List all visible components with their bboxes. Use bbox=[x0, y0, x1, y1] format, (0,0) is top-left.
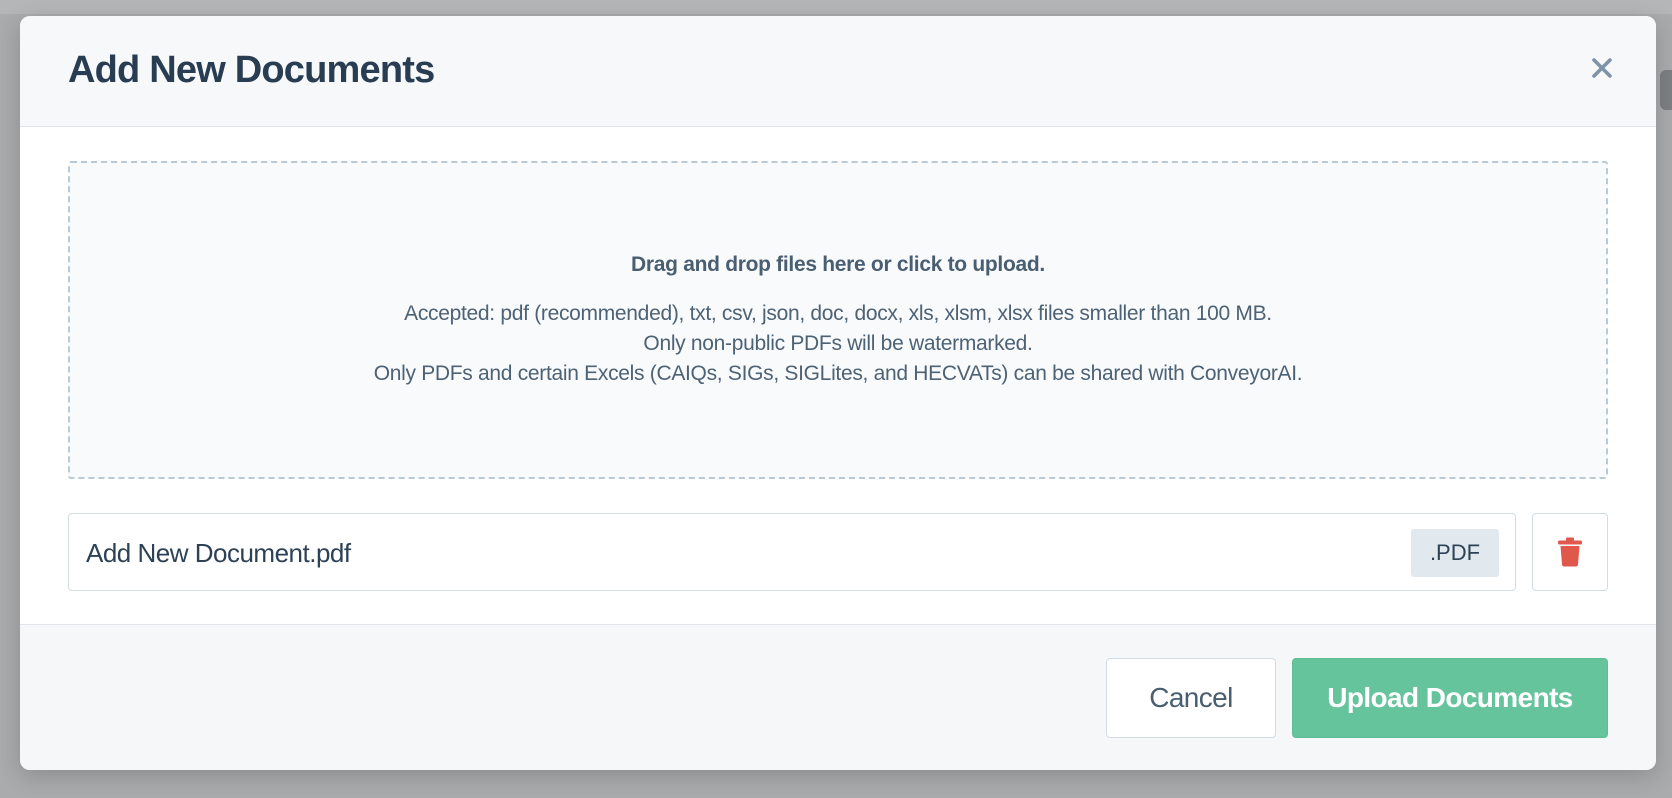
background-app bbox=[0, 0, 1672, 14]
add-documents-modal: Add New Documents Drag and drop files he… bbox=[20, 16, 1656, 770]
upload-documents-button[interactable]: Upload Documents bbox=[1292, 658, 1608, 738]
dropzone-instructions: Accepted: pdf (recommended), txt, csv, j… bbox=[70, 299, 1606, 389]
modal-title: Add New Documents bbox=[68, 49, 435, 91]
accepted-formats-text: Accepted: pdf (recommended), txt, csv, j… bbox=[404, 302, 1272, 325]
conveyorai-note: Only PDFs and certain Excels (CAIQs, SIG… bbox=[373, 362, 1303, 385]
close-icon bbox=[1592, 58, 1612, 78]
cancel-button[interactable]: Cancel bbox=[1106, 658, 1276, 738]
modal-footer: Cancel Upload Documents bbox=[20, 624, 1656, 770]
watermark-note: Only non-public PDFs will be watermarked… bbox=[643, 332, 1033, 355]
delete-file-button[interactable] bbox=[1532, 513, 1608, 591]
trash-icon bbox=[1558, 537, 1582, 567]
uploaded-file-row: Add New Document.pdf .PDF bbox=[68, 513, 1516, 591]
background-app-edge bbox=[1660, 70, 1672, 110]
close-button[interactable] bbox=[1584, 50, 1620, 86]
modal-header: Add New Documents bbox=[20, 16, 1656, 127]
file-dropzone[interactable]: Drag and drop files here or click to upl… bbox=[68, 161, 1608, 479]
dropzone-title: Drag and drop files here or click to upl… bbox=[631, 253, 1045, 276]
file-extension-badge: .PDF bbox=[1411, 529, 1499, 577]
file-name: Add New Document.pdf bbox=[86, 538, 351, 568]
